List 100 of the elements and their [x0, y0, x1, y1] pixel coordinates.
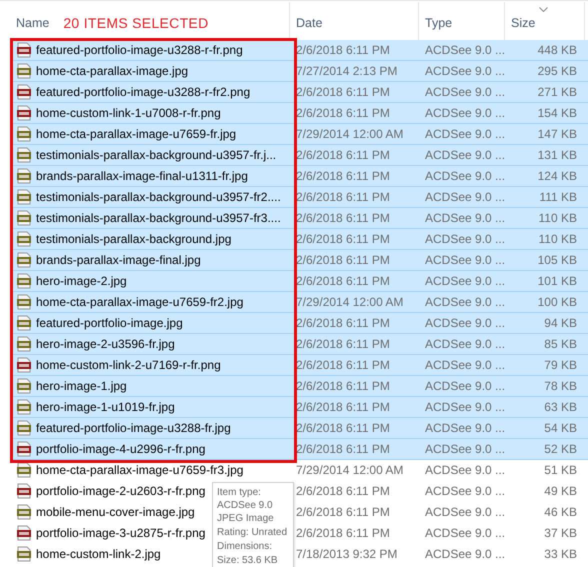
- file-row[interactable]: hero-image-2-u3596-fr.jpg 2/6/2018 6:11 PM ACDSee 9.0 ... 85 KB: [10, 334, 588, 355]
- size-cell-text: 100 KB: [536, 295, 578, 309]
- file-name: featured-portfolio-image.jpg: [36, 316, 183, 330]
- file-row[interactable]: testimonials-parallax-background-u3957-fr3.... 2/6/2018 6:11 PM ACDSee 9.0 ... 110 KB: [10, 208, 588, 229]
- column-header[interactable]: Name 20 ITEMS SELECTED: [0, 2, 290, 40]
- photo-file-icon: [16, 378, 32, 394]
- type-cell-text: ACDSee 9.0 ...: [424, 505, 505, 519]
- image-file-icon: [16, 105, 32, 121]
- date-cell-text: 2/6/2018 6:11 PM: [295, 379, 391, 393]
- file-name: home-cta-parallax-image-u7659-fr.jpg: [36, 127, 236, 141]
- type-cell-text: ACDSee 9.0 ...: [424, 169, 505, 183]
- type-cell-text: ACDSee 9.0 ...: [424, 190, 505, 204]
- file-name: brands-parallax-image-final.jpg: [36, 253, 201, 267]
- type-cell-text: ACDSee 9.0 ...: [424, 379, 505, 393]
- type-cell-text: ACDSee 9.0 ...: [424, 106, 505, 120]
- photo-file-icon: [16, 252, 32, 268]
- date-cell-text: 2/6/2018 6:11 PM: [295, 400, 391, 414]
- type-cell-text: ACDSee 9.0 ...: [424, 274, 505, 288]
- file-row[interactable]: featured-portfolio-image-u3288-r-fr.png 2/6/2018 6:11 PM ACDSee 9.0 ... 448 KB: [10, 40, 588, 61]
- tooltip-line: Rating: Unrated: [217, 526, 288, 539]
- date-cell-text: 7/29/2014 12:00 AM: [295, 295, 404, 309]
- size-cell-text: 271 KB: [536, 85, 578, 99]
- file-row[interactable]: featured-portfolio-image-u3288-fr.jpg 2/6/2018 6:11 PM ACDSee 9.0 ... 54 KB: [10, 418, 588, 439]
- file-name: portfolio-image-3-u2875-r-fr.png: [36, 526, 206, 540]
- photo-file-icon: [16, 420, 32, 436]
- type-cell-text: ACDSee 9.0 ...: [424, 463, 505, 477]
- type-cell-text: ACDSee 9.0 ...: [424, 421, 505, 435]
- photo-file-icon: [16, 504, 32, 520]
- type-cell-text: ACDSee 9.0 ...: [424, 547, 505, 561]
- type-cell-text: ACDSee 9.0 ...: [424, 232, 505, 246]
- size-cell-text: 46 KB: [543, 505, 578, 519]
- file-row[interactable]: testimonials-parallax-background-u3957-fr2.... 2/6/2018 6:11 PM ACDSee 9.0 ... 111 KB: [10, 187, 588, 208]
- date-cell-text: 2/6/2018 6:11 PM: [295, 190, 391, 204]
- date-cell-text: 2/6/2018 6:11 PM: [295, 358, 391, 372]
- file-name: brands-parallax-image-final-u1311-fr.jpg: [36, 169, 248, 183]
- file-name: home-cta-parallax-image-u7659-fr2.jpg: [36, 295, 244, 309]
- date-cell-text: 2/6/2018 6:11 PM: [295, 253, 391, 267]
- date-cell-text: 2/6/2018 6:11 PM: [295, 148, 391, 162]
- file-row[interactable]: home-cta-parallax-image-u7659-fr2.jpg 7/29/2014 12:00 AM ACDSee 9.0 ... 100 KB: [10, 292, 588, 313]
- date-cell-text: 2/6/2018 6:11 PM: [295, 421, 391, 435]
- file-name: portfolio-image-2-u2603-r-fr.png: [36, 484, 206, 498]
- file-name: testimonials-parallax-background-u3957-fr3....: [36, 211, 281, 225]
- file-row[interactable]: hero-image-1-u1019-fr.jpg 2/6/2018 6:11 PM ACDSee 9.0 ... 63 KB: [10, 397, 588, 418]
- file-name: home-custom-link-2-u7169-r-fr.png: [36, 358, 221, 372]
- file-name: testimonials-parallax-background-u3957-fr2....: [36, 190, 281, 204]
- file-row[interactable]: portfolio-image-4-u2996-r-fr.png 2/6/2018 6:11 PM ACDSee 9.0 ... 52 KB: [10, 439, 588, 460]
- date-cell-text: 7/27/2014 2:13 PM: [295, 64, 398, 78]
- date-cell-text: 2/6/2018 6:11 PM: [295, 484, 391, 498]
- file-name: portfolio-image-4-u2996-r-fr.png: [36, 442, 206, 456]
- file-row[interactable]: hero-image-2.jpg 2/6/2018 6:11 PM ACDSee 9.0 ... 101 KB: [10, 271, 588, 292]
- date-cell-text: 2/6/2018 6:11 PM: [295, 106, 391, 120]
- type-cell-text: ACDSee 9.0 ...: [424, 337, 505, 351]
- date-cell-text: 7/18/2013 9:32 PM: [295, 547, 398, 561]
- photo-file-icon: [16, 147, 32, 163]
- type-cell-text: ACDSee 9.0 ...: [424, 526, 505, 540]
- file-name: testimonials-parallax-background-u3957-fr.j...: [36, 148, 276, 162]
- file-row[interactable]: testimonials-parallax-background-u3957-fr.j... 2/6/2018 6:11 PM ACDSee 9.0 ... 131 KB: [10, 145, 588, 166]
- date-cell-text: 2/6/2018 6:11 PM: [295, 274, 391, 288]
- date-cell-text: 2/6/2018 6:11 PM: [295, 169, 391, 183]
- size-cell-text: 110 KB: [538, 232, 578, 246]
- size-cell-text: 131 KB: [536, 148, 578, 162]
- file-name: featured-portfolio-image-u3288-fr.jpg: [36, 421, 231, 435]
- file-row[interactable]: home-custom-link-1-u7008-r-fr.png 2/6/2018 6:11 PM ACDSee 9.0 ... 154 KB: [10, 103, 588, 124]
- file-name: home-custom-link-1-u7008-r-fr.png: [36, 106, 221, 120]
- type-cell-text: ACDSee 9.0 ...: [424, 148, 505, 162]
- size-cell-text: 33 KB: [543, 547, 578, 561]
- file-row[interactable]: featured-portfolio-image-u3288-r-fr2.png 2/6/2018 6:11 PM ACDSee 9.0 ... 271 KB: [10, 82, 588, 103]
- file-name: hero-image-1-u1019-fr.jpg: [36, 400, 175, 414]
- file-name: hero-image-1.jpg: [36, 379, 127, 393]
- image-file-icon: [16, 525, 32, 541]
- size-cell-text: 124 KB: [536, 169, 578, 183]
- file-row[interactable]: hero-image-1.jpg 2/6/2018 6:11 PM ACDSee 9.0 ... 78 KB: [10, 376, 588, 397]
- file-name: featured-portfolio-image-u3288-r-fr2.png: [36, 85, 250, 99]
- type-cell-text: ACDSee 9.0 ...: [424, 358, 505, 372]
- file-row[interactable]: brands-parallax-image-final.jpg 2/6/2018 6:11 PM ACDSee 9.0 ... 105 KB: [10, 250, 588, 271]
- file-row[interactable]: brands-parallax-image-final-u1311-fr.jpg 2/6/2018 6:11 PM ACDSee 9.0 ... 124 KB: [10, 166, 588, 187]
- photo-file-icon: [16, 336, 32, 352]
- file-name: mobile-menu-cover-image.jpg: [36, 505, 195, 519]
- date-cell-text: 2/6/2018 6:11 PM: [295, 211, 391, 225]
- file-row[interactable]: testimonials-parallax-background.jpg 2/6/2018 6:11 PM ACDSee 9.0 ... 110 KB: [10, 229, 588, 250]
- size-cell-text: 78 KB: [543, 379, 578, 393]
- file-name: testimonials-parallax-background.jpg: [36, 232, 232, 246]
- date-cell-text: 2/6/2018 6:11 PM: [295, 505, 391, 519]
- size-cell-text: 110 KB: [538, 211, 578, 225]
- size-cell-text: 105 KB: [536, 253, 578, 267]
- file-row[interactable]: featured-portfolio-image.jpg 2/6/2018 6:11 PM ACDSee 9.0 ... 94 KB: [10, 313, 588, 334]
- size-cell-text: 51 KB: [543, 463, 578, 477]
- type-cell-text: ACDSee 9.0 ...: [424, 442, 505, 456]
- photo-file-icon: [16, 63, 32, 79]
- type-cell-text: ACDSee 9.0 ...: [424, 211, 505, 225]
- file-row[interactable]: home-custom-link-2-u7169-r-fr.png 2/6/2018 6:11 PM ACDSee 9.0 ... 79 KB: [10, 355, 588, 376]
- size-cell-text: 101 KB: [536, 274, 578, 288]
- sort-caret-icon: [539, 7, 548, 12]
- photo-file-icon: [16, 315, 32, 331]
- file-row[interactable]: home-cta-parallax-image-u7659-fr.jpg 7/29/2014 12:00 AM ACDSee 9.0 ... 147 KB: [10, 124, 588, 145]
- file-row[interactable]: home-cta-parallax-image.jpg 7/27/2014 2:13 PM ACDSee 9.0 ... 295 KB: [10, 61, 588, 82]
- size-cell-text: 295 KB: [536, 64, 578, 78]
- photo-file-icon: [16, 462, 32, 478]
- photo-file-icon: [16, 126, 32, 142]
- size-cell-text: 79 KB: [543, 358, 578, 372]
